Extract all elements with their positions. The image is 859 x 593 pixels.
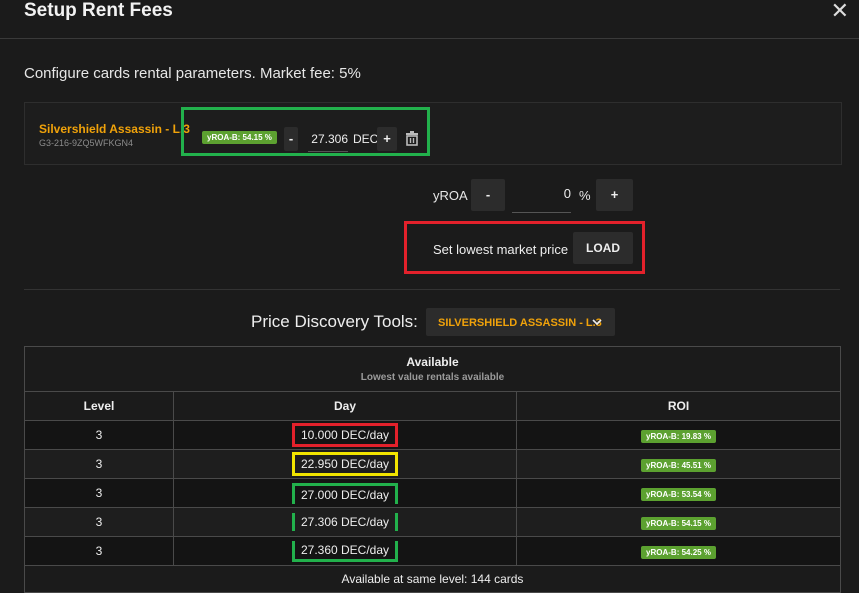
table-row: 3 27.000 DEC/day yROA-B: 53.54 %: [24, 478, 841, 508]
yroa-badge: yROA-B: 54.15 %: [202, 131, 277, 144]
available-rentals-table: Available Lowest value rentals available…: [24, 346, 841, 593]
column-header-roi: ROI: [516, 391, 841, 421]
level-cell: 3: [24, 507, 174, 537]
day-price-cell: 27.360 DEC/day: [291, 540, 399, 562]
yroa-percent-sign: %: [579, 188, 591, 203]
decrease-price-button[interactable]: -: [284, 127, 298, 151]
chevron-down-icon: [592, 319, 602, 326]
card-id: G3-216-9ZQ5WFKGN4: [39, 138, 134, 148]
divider: [24, 289, 840, 290]
table-row: 3 27.306 DEC/day yROA-B: 54.15 %: [24, 507, 841, 537]
trash-icon[interactable]: [404, 130, 420, 146]
roi-badge: yROA-B: 45.51 %: [641, 458, 716, 472]
price-discovery-label: Price Discovery Tools:: [251, 312, 418, 331]
yroa-decrease-button[interactable]: -: [471, 179, 505, 211]
roi-badge: yROA-B: 53.54 %: [641, 487, 716, 501]
roi-badge: yROA-B: 54.25 %: [641, 545, 716, 559]
price-input[interactable]: 27.306: [308, 127, 348, 152]
day-price-cell: 27.000 DEC/day: [291, 482, 399, 504]
card-select-dropdown[interactable]: SILVERSHIELD ASSASSIN - L.3: [426, 308, 615, 336]
card-row: Silvershield Assassin - L.3 G3-216-9ZQ5W…: [24, 102, 842, 165]
lowest-price-section: Set lowest market price LOAD: [404, 221, 645, 274]
lowest-price-label: Set lowest market price: [433, 242, 569, 257]
yroa-label: yROA: [433, 188, 468, 203]
table-header: Available Lowest value rentals available: [24, 346, 841, 392]
increase-price-button[interactable]: +: [377, 127, 397, 151]
roi-badge: yROA-B: 19.83 %: [641, 429, 716, 443]
table-footer: Available at same level: 144 cards: [24, 565, 841, 593]
column-header-day: Day: [173, 391, 517, 421]
close-icon[interactable]: ✕: [831, 0, 849, 22]
modal-header: Setup Rent Fees ✕: [0, 0, 859, 39]
table-title: Available: [406, 355, 459, 369]
level-cell: 3: [24, 420, 174, 450]
subtitle: Configure cards rental parameters. Marke…: [24, 65, 361, 82]
level-cell: 3: [24, 478, 174, 508]
table-subtitle: Lowest value rentals available: [360, 372, 505, 383]
table-row: 3 10.000 DEC/day yROA-B: 19.83 %: [24, 420, 841, 450]
day-price-cell: 10.000 DEC/day: [291, 423, 399, 447]
card-price-controls: yROA-B: 54.15 % - 27.306 DEC +: [181, 107, 430, 156]
day-price-cell: 22.950 DEC/day: [291, 452, 399, 476]
price-unit: DEC: [353, 132, 379, 146]
roi-badge: yROA-B: 54.15 %: [641, 516, 716, 530]
table-row: 3 22.950 DEC/day yROA-B: 45.51 %: [24, 449, 841, 479]
yroa-increase-button[interactable]: +: [596, 179, 633, 211]
table-row: 3 27.360 DEC/day yROA-B: 54.25 %: [24, 536, 841, 566]
day-price-cell: 27.306 DEC/day: [291, 513, 399, 531]
yroa-input[interactable]: 0: [512, 186, 571, 213]
level-cell: 3: [24, 449, 174, 479]
level-cell: 3: [24, 536, 174, 566]
card-select-value: SILVERSHIELD ASSASSIN - L.3: [438, 317, 602, 329]
card-name: Silvershield Assassin - L.3: [39, 122, 190, 136]
modal-title: Setup Rent Fees: [24, 0, 173, 21]
load-button[interactable]: LOAD: [573, 232, 633, 264]
column-header-level: Level: [24, 391, 174, 421]
